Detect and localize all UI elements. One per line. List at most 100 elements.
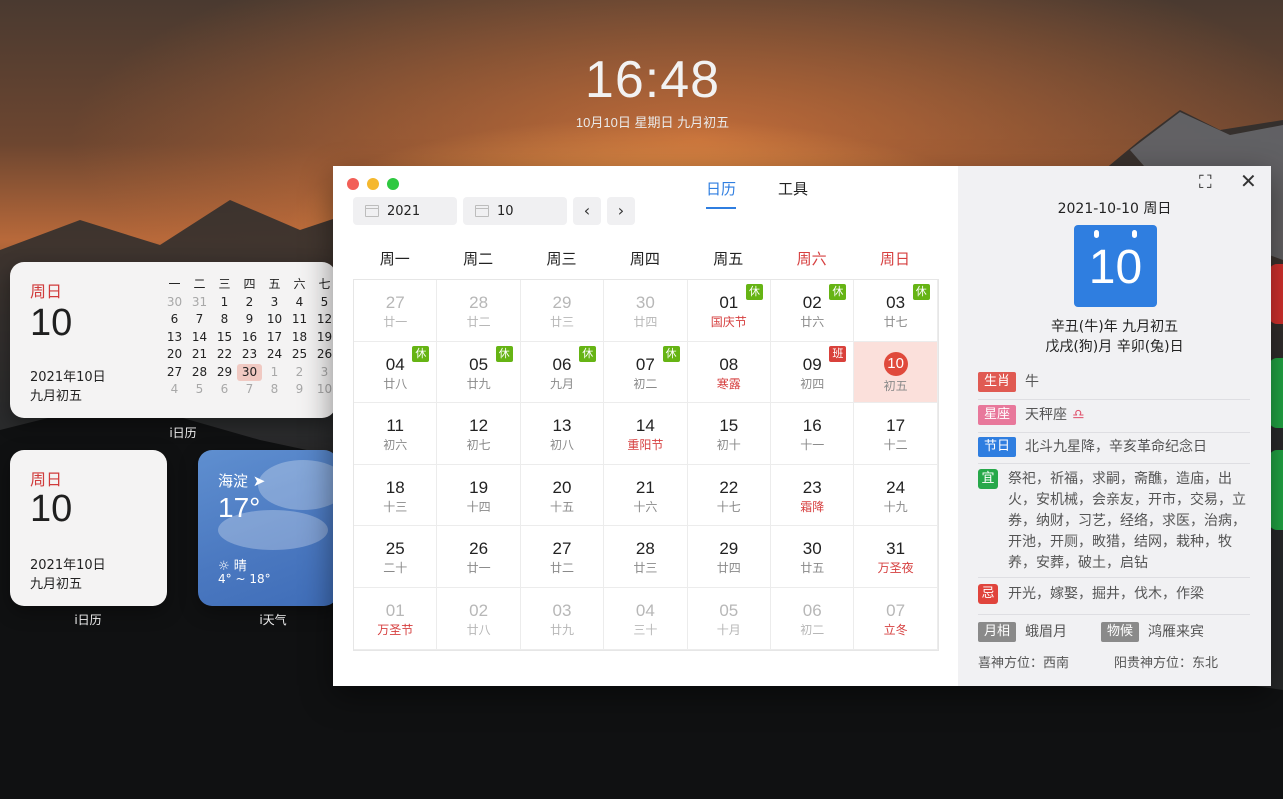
mini-day[interactable]: 30	[237, 363, 262, 381]
day-cell[interactable]: 17 十二	[854, 403, 938, 465]
day-cell[interactable]: 03 廿七休	[854, 280, 938, 342]
day-cell[interactable]: 26 廿一	[437, 526, 521, 588]
mini-day[interactable]: 27	[162, 364, 187, 382]
mini-day[interactable]: 7	[187, 311, 212, 329]
day-cell[interactable]: 05 十月	[687, 588, 771, 650]
day-cell[interactable]: 07 立冬	[854, 588, 938, 650]
next-month-button[interactable]: ›	[607, 197, 635, 225]
day-cell[interactable]: 23 霜降	[771, 464, 855, 527]
zoom-window-button[interactable]	[387, 178, 399, 190]
day-cell[interactable]: 03 廿九	[520, 588, 605, 650]
mini-day[interactable]: 10	[262, 311, 287, 329]
edge-app-icon-green-2[interactable]	[1269, 450, 1283, 530]
xishen-value: 喜神方位：西南	[978, 656, 1070, 670]
mini-day[interactable]: 4	[162, 381, 187, 399]
day-cell[interactable]: 04 廿八休	[354, 341, 438, 404]
mini-day[interactable]: 28	[187, 364, 212, 382]
day-cell[interactable]: 31 万圣夜	[854, 526, 938, 588]
fullscreen-icon[interactable]: ⛶	[1199, 172, 1212, 193]
mini-day[interactable]: 8	[262, 381, 287, 399]
year-select[interactable]: 2021	[353, 197, 457, 225]
wuhou-tag: 物候	[1101, 622, 1140, 642]
day-cell[interactable]: 01 国庆节休	[687, 280, 771, 342]
day-cell[interactable]: 04 三十	[604, 588, 688, 650]
edge-app-icon-green[interactable]	[1269, 358, 1283, 428]
day-cell[interactable]: 06 初二	[771, 588, 855, 650]
day-cell[interactable]: 16 十一	[771, 403, 855, 465]
calendar-widget-small[interactable]: 周日 10 2021年10日 九月初五	[10, 450, 167, 606]
mini-day[interactable]: 29	[212, 364, 237, 382]
day-cell[interactable]: 08 寒露	[687, 341, 771, 404]
mini-day[interactable]: 2	[237, 294, 262, 312]
day-cell[interactable]: 18 十三	[354, 464, 438, 527]
mini-day[interactable]: 23	[237, 346, 262, 364]
mini-day[interactable]: 25	[287, 346, 312, 364]
mini-day[interactable]: 1	[212, 294, 237, 312]
mini-day[interactable]: 9	[287, 381, 312, 399]
mini-day[interactable]: 1	[262, 364, 287, 382]
ji-row: 忌 开光，嫁娶，掘井，伐木，作梁	[978, 584, 1250, 605]
day-number: 30	[635, 293, 655, 312]
day-cell[interactable]: 12 初七	[437, 403, 521, 465]
mini-day[interactable]: 14	[187, 329, 212, 347]
day-cell[interactable]: 29 廿四	[687, 526, 771, 588]
prev-month-button[interactable]: ‹	[573, 197, 601, 225]
day-cell[interactable]: 30 廿五	[771, 526, 855, 588]
day-cell[interactable]: 02 廿八	[437, 588, 521, 650]
close-window-button[interactable]	[347, 178, 359, 190]
mini-day[interactable]: 17	[262, 329, 287, 347]
mini-day[interactable]: 21	[187, 346, 212, 364]
mini-day[interactable]: 20	[162, 346, 187, 364]
mini-day[interactable]: 31	[187, 294, 212, 312]
calendar-widget-large[interactable]: 周日 10 2021年10日 九月初五 一二三四五六七 30 31 1 2 3 4 5 6 7 8 9…	[10, 262, 336, 418]
mini-day[interactable]: 22	[212, 346, 237, 364]
mini-day[interactable]: 30	[162, 294, 187, 312]
mini-day[interactable]: 5	[187, 381, 212, 399]
minimize-window-button[interactable]	[367, 178, 379, 190]
mini-day[interactable]: 7	[237, 381, 262, 399]
mini-day[interactable]: 2	[287, 364, 312, 382]
day-cell[interactable]: 19 十四	[437, 464, 521, 527]
mini-day[interactable]: 4	[287, 294, 312, 312]
mini-day[interactable]: 13	[162, 329, 187, 347]
day-cell[interactable]: 09 初四班	[771, 341, 855, 404]
day-cell[interactable]: 27 廿二	[520, 526, 605, 588]
tab-tools[interactable]: 工具	[778, 178, 808, 209]
day-cell[interactable]: 05 廿九休	[437, 341, 521, 404]
mini-day[interactable]: 6	[212, 381, 237, 399]
mini-day[interactable]: 9	[237, 311, 262, 329]
day-cell[interactable]: 13 初八	[520, 403, 605, 465]
day-number: 05	[719, 601, 739, 620]
day-cell[interactable]: 29 廿三	[520, 280, 605, 342]
tab-calendar[interactable]: 日历	[706, 178, 737, 209]
day-cell[interactable]: 06 九月休	[520, 341, 605, 404]
day-cell[interactable]: 02 廿六休	[771, 280, 855, 342]
day-cell[interactable]: 22 十七	[687, 464, 771, 527]
month-select[interactable]: 10	[463, 197, 567, 225]
day-cell[interactable]: 01 万圣节	[354, 588, 438, 650]
day-cell[interactable]: 15 初十	[687, 403, 771, 465]
day-cell[interactable]: 07 初二休	[604, 341, 688, 404]
mini-day[interactable]: 6	[162, 311, 187, 329]
day-cell[interactable]: 14 重阳节	[604, 403, 688, 465]
day-cell[interactable]: 11 初六	[354, 403, 438, 465]
day-cell[interactable]: 25 二十	[354, 526, 438, 588]
mini-day[interactable]: 18	[287, 329, 312, 347]
day-cell[interactable]: 20 十五	[520, 464, 605, 527]
day-cell[interactable]: 28 廿三	[604, 526, 688, 588]
day-cell[interactable]: 21 十六	[604, 464, 688, 527]
mini-day[interactable]: 16	[237, 329, 262, 347]
day-cell-today[interactable]: 10 初五	[854, 341, 938, 404]
mini-day[interactable]: 3	[262, 294, 287, 312]
mini-day[interactable]: 24	[262, 346, 287, 364]
mini-day[interactable]: 15	[212, 329, 237, 347]
close-icon[interactable]: ✕	[1240, 169, 1257, 193]
mini-day[interactable]: 11	[287, 311, 312, 329]
day-cell[interactable]: 30 廿四	[604, 280, 688, 342]
day-cell[interactable]: 24 十九	[854, 464, 938, 527]
mini-day[interactable]: 8	[212, 311, 237, 329]
day-cell[interactable]: 28 廿二	[437, 280, 521, 342]
edge-app-icon-red[interactable]	[1269, 264, 1283, 324]
weather-widget[interactable]: 海淀 ➤ 17° ☼ 晴 4° ~ 18°	[198, 450, 338, 606]
day-cell[interactable]: 27 廿一	[354, 280, 438, 342]
